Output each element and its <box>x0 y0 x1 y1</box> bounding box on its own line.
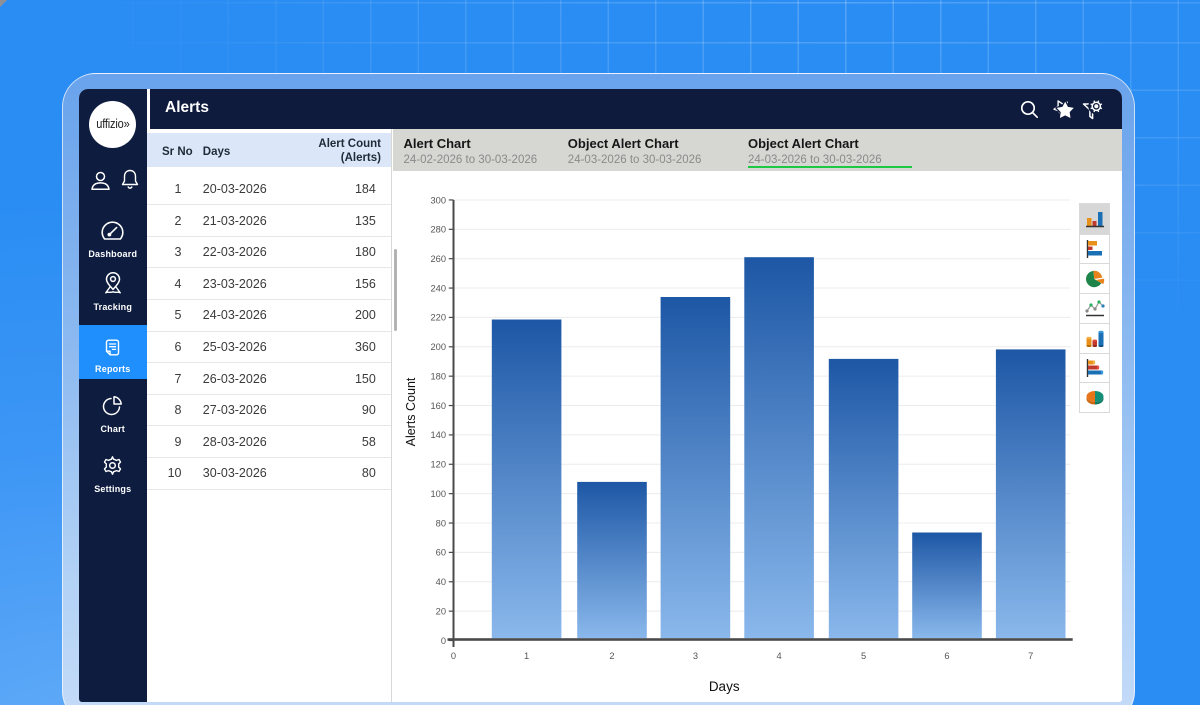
svg-text:5: 5 <box>861 651 866 661</box>
svg-text:140: 140 <box>430 430 446 440</box>
svg-text:260: 260 <box>430 254 446 264</box>
svg-text:6: 6 <box>944 651 949 661</box>
svg-text:1: 1 <box>524 651 529 661</box>
svg-text:280: 280 <box>430 224 446 234</box>
svg-text:2: 2 <box>609 651 614 661</box>
svg-text:60: 60 <box>436 547 446 557</box>
svg-text:220: 220 <box>430 312 446 322</box>
svg-text:4: 4 <box>777 651 782 661</box>
svg-text:80: 80 <box>436 518 446 528</box>
svg-text:300: 300 <box>430 195 446 205</box>
svg-text:160: 160 <box>430 401 446 411</box>
svg-text:3: 3 <box>693 651 698 661</box>
svg-text:240: 240 <box>430 283 446 293</box>
svg-text:Days: Days <box>709 679 740 694</box>
svg-text:Alerts Count: Alerts Count <box>404 377 418 446</box>
svg-text:20: 20 <box>436 606 446 616</box>
svg-text:180: 180 <box>430 371 446 381</box>
svg-text:0: 0 <box>451 651 456 661</box>
svg-text:100: 100 <box>430 489 446 499</box>
svg-text:120: 120 <box>430 459 446 469</box>
svg-text:200: 200 <box>430 342 446 352</box>
svg-text:0: 0 <box>441 635 446 645</box>
svg-text:40: 40 <box>436 577 446 587</box>
svg-text:7: 7 <box>1028 651 1033 661</box>
